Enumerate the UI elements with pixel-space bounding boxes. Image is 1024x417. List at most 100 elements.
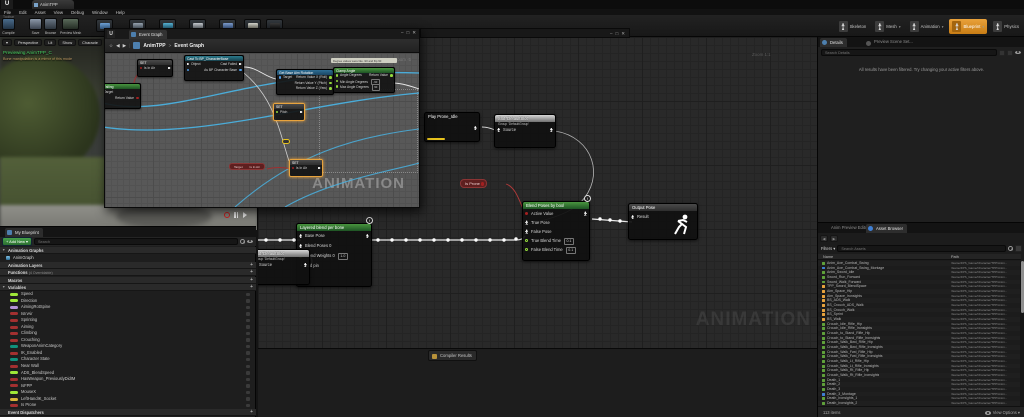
float-output-pin[interactable] [329,82,332,85]
blueprint-search-input[interactable] [34,238,238,245]
bool-output-pin[interactable] [481,182,484,185]
section-animation-graphs[interactable]: ▼ Animation Graphs [0,247,256,254]
visibility-eye-icon[interactable] [246,306,250,310]
history-forward-button[interactable]: ▶ [830,235,838,242]
exec-output-pin[interactable] [239,63,242,66]
pose-input-pin[interactable] [525,229,528,233]
bookmark-star-icon[interactable]: ☆ [109,43,113,49]
reroute-node[interactable] [282,139,290,144]
section-functions[interactable]: Functions (4 Overridable) + [0,269,256,276]
bool-input-pin[interactable] [292,167,295,170]
mode-button[interactable]: Animation ▾ [907,19,947,34]
pose-input-pin[interactable] [299,234,302,238]
visibility-eye-icon[interactable] [246,312,250,316]
true-blend-time-value[interactable]: 0.1 [564,238,574,245]
mode-button[interactable]: Blueprint ▾ [949,19,987,34]
bool-input-pin[interactable] [525,212,528,215]
save-button[interactable]: Save [29,18,42,35]
node-is-falling[interactable]: Is Falling Target Return Value [105,83,141,109]
float-input-pin[interactable] [525,248,528,251]
float-input-pin[interactable] [336,85,339,88]
compile-button[interactable]: Compile [2,18,15,35]
asset-search-input[interactable] [837,245,1006,252]
pose-output-pin[interactable] [584,211,587,215]
pose-output-pin[interactable] [366,234,369,238]
minimize-icon[interactable]: – [610,31,613,37]
node-output-pose[interactable]: Output Pose Result [628,203,698,240]
menu-item[interactable]: Window [88,10,112,15]
visibility-eye-icon[interactable] [246,384,250,388]
breadcrumb-root[interactable]: AnimTPP [143,43,165,49]
view-options-button[interactable]: View Options ▾ [985,407,1020,417]
viewport-toolbar-button[interactable]: Perspective [14,39,42,46]
exec-output-pin[interactable] [300,111,303,114]
column-header-name[interactable]: Name [823,254,833,260]
preview-mesh-button[interactable]: Preview Mesh [60,18,81,35]
bool-input-pin[interactable] [140,67,143,70]
pose-output-pin[interactable] [474,126,477,130]
result-input-pin[interactable] [631,215,634,219]
blend-weight-value[interactable]: 1.0 [338,253,348,260]
exec-output-pin[interactable] [318,167,321,170]
display-filter-eye-icon[interactable] [1015,50,1022,55]
nav-back-icon[interactable]: ◀ [116,43,120,49]
pose-watch-icon[interactable]: f [584,195,591,202]
exec-input-pin[interactable] [187,63,190,66]
close-icon[interactable]: ✕ [621,31,625,37]
add-icon[interactable]: + [250,269,253,276]
tab-my-blueprint[interactable]: My Blueprint [5,228,43,237]
node-comment-bubble[interactable]: Degree values were like -90 and flip 90 [331,58,397,63]
pose-output-pin[interactable] [550,128,553,132]
add-icon[interactable]: + [250,284,253,291]
visibility-eye-icon[interactable] [246,358,250,362]
pose-input-pin[interactable] [299,244,302,248]
object-output-pin[interactable] [239,69,242,72]
visibility-eye-icon[interactable] [246,378,250,382]
history-back-button[interactable]: ◀ [820,235,828,242]
viewport-toolbar-button[interactable]: Characte [78,39,102,46]
add-icon[interactable]: + [250,409,253,416]
pose-input-pin[interactable] [525,220,528,224]
menu-item[interactable]: Debug [67,10,88,15]
target-input-pin[interactable] [279,76,282,79]
details-search-input[interactable] [821,49,997,56]
funnel-icon[interactable] [999,50,1005,56]
menu-item[interactable]: View [50,10,67,15]
browse-button[interactable]: Browse [44,18,57,35]
visibility-eye-icon[interactable] [246,325,250,329]
breadcrumb-leaf[interactable]: Event Graph [174,43,204,49]
section-event-dispatchers[interactable]: Event Dispatchers + [0,409,256,416]
scrollbar-thumb[interactable] [1021,261,1024,313]
float-input-pin[interactable] [525,239,528,242]
viewport-toolbar-button[interactable]: ▾ [2,39,12,46]
add-icon[interactable]: + [250,262,253,269]
minimize-icon[interactable]: – [401,30,404,36]
close-icon[interactable]: ✕ [412,30,416,36]
node-set-isinair-2[interactable]: SET Is In Air [289,159,323,177]
menu-item[interactable]: Edit [15,10,31,15]
section-variables[interactable]: ▼ Variables + [0,284,256,291]
exec-output-pin[interactable] [168,67,171,70]
variable-row[interactable]: Is Prone [0,402,256,409]
visibility-eye-icon[interactable] [246,397,250,401]
visibility-eye-icon[interactable] [246,338,250,342]
visibility-eye-icon[interactable] [246,371,250,375]
maximize-icon[interactable]: □ [407,30,410,36]
viewport-toolbar-button[interactable]: Show [58,39,76,46]
column-header-path[interactable]: Path [951,254,959,260]
visibility-eye-icon[interactable] [246,293,250,297]
menu-item[interactable]: Help [112,10,129,15]
float-input-pin[interactable] [336,74,339,77]
float-input-pin[interactable] [336,80,339,83]
add-icon[interactable]: + [250,277,253,284]
section-macros[interactable]: Macros + [0,277,256,284]
tab-preview-scene-settings[interactable]: Preview Scene Set... [866,39,913,44]
tab-anim-preview-editor[interactable]: Anim Preview Editor [823,225,869,230]
node-set-isinair[interactable]: SET Is In Air [137,59,173,77]
node-is-prone-getter[interactable]: Is Prone [460,179,487,188]
float-output-pin[interactable] [329,76,332,79]
visibility-eye-icon[interactable] [246,299,250,303]
node-slot-defaultslot[interactable]: Slot 'DefaultSlot' Group 'DefaultGroup' … [494,114,556,148]
node-cast-to-bp-characterbase[interactable]: Cast To BP_CharacterBase Object Cast Fai… [184,55,244,81]
tab-details[interactable]: Details [820,38,847,47]
